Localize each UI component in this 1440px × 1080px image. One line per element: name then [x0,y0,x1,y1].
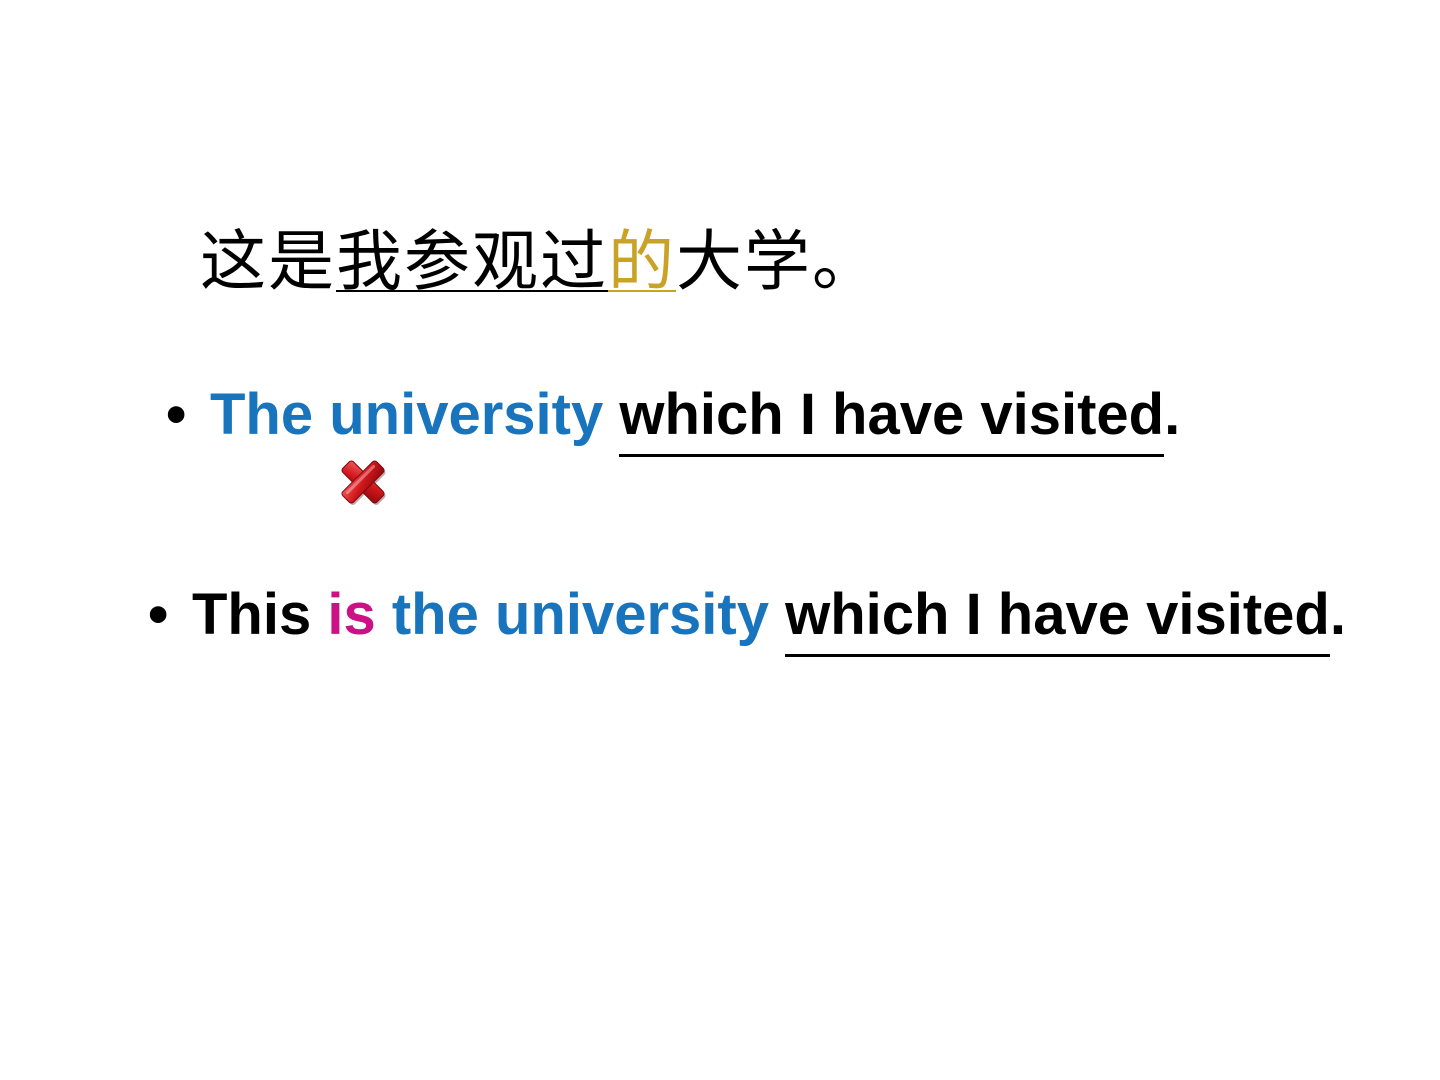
chinese-sentence: 这是我参观过的大学。 [200,222,880,302]
slide: 这是我参观过的大学。 • The university which I have … [0,0,1440,1080]
sentence-2-subject: the university [391,582,769,647]
sentence-2-period: . [1329,582,1346,647]
sentence-1-period: . [1164,382,1181,447]
sentence-2: • This is the university which I have vis… [148,580,1346,650]
sentence-1-clause: which I have visited [619,382,1165,447]
bullet-2: • [148,582,169,647]
zh-underlined-clause: 我参观过 [336,223,608,300]
bullet-1: • [166,382,187,447]
zh-part-end: 大学。 [676,223,880,300]
sentence-2-is: is [327,582,376,647]
zh-part-start: 这是 [200,223,336,300]
sentence-2-clause: which I have visited [785,582,1330,647]
sentence-2-this: This [192,582,312,647]
zh-de-character: 的 [608,223,676,300]
sentence-1-subject: The university [210,382,604,447]
sentence-1: • The university which I have visited. [166,380,1180,450]
red-x-icon [341,460,386,506]
